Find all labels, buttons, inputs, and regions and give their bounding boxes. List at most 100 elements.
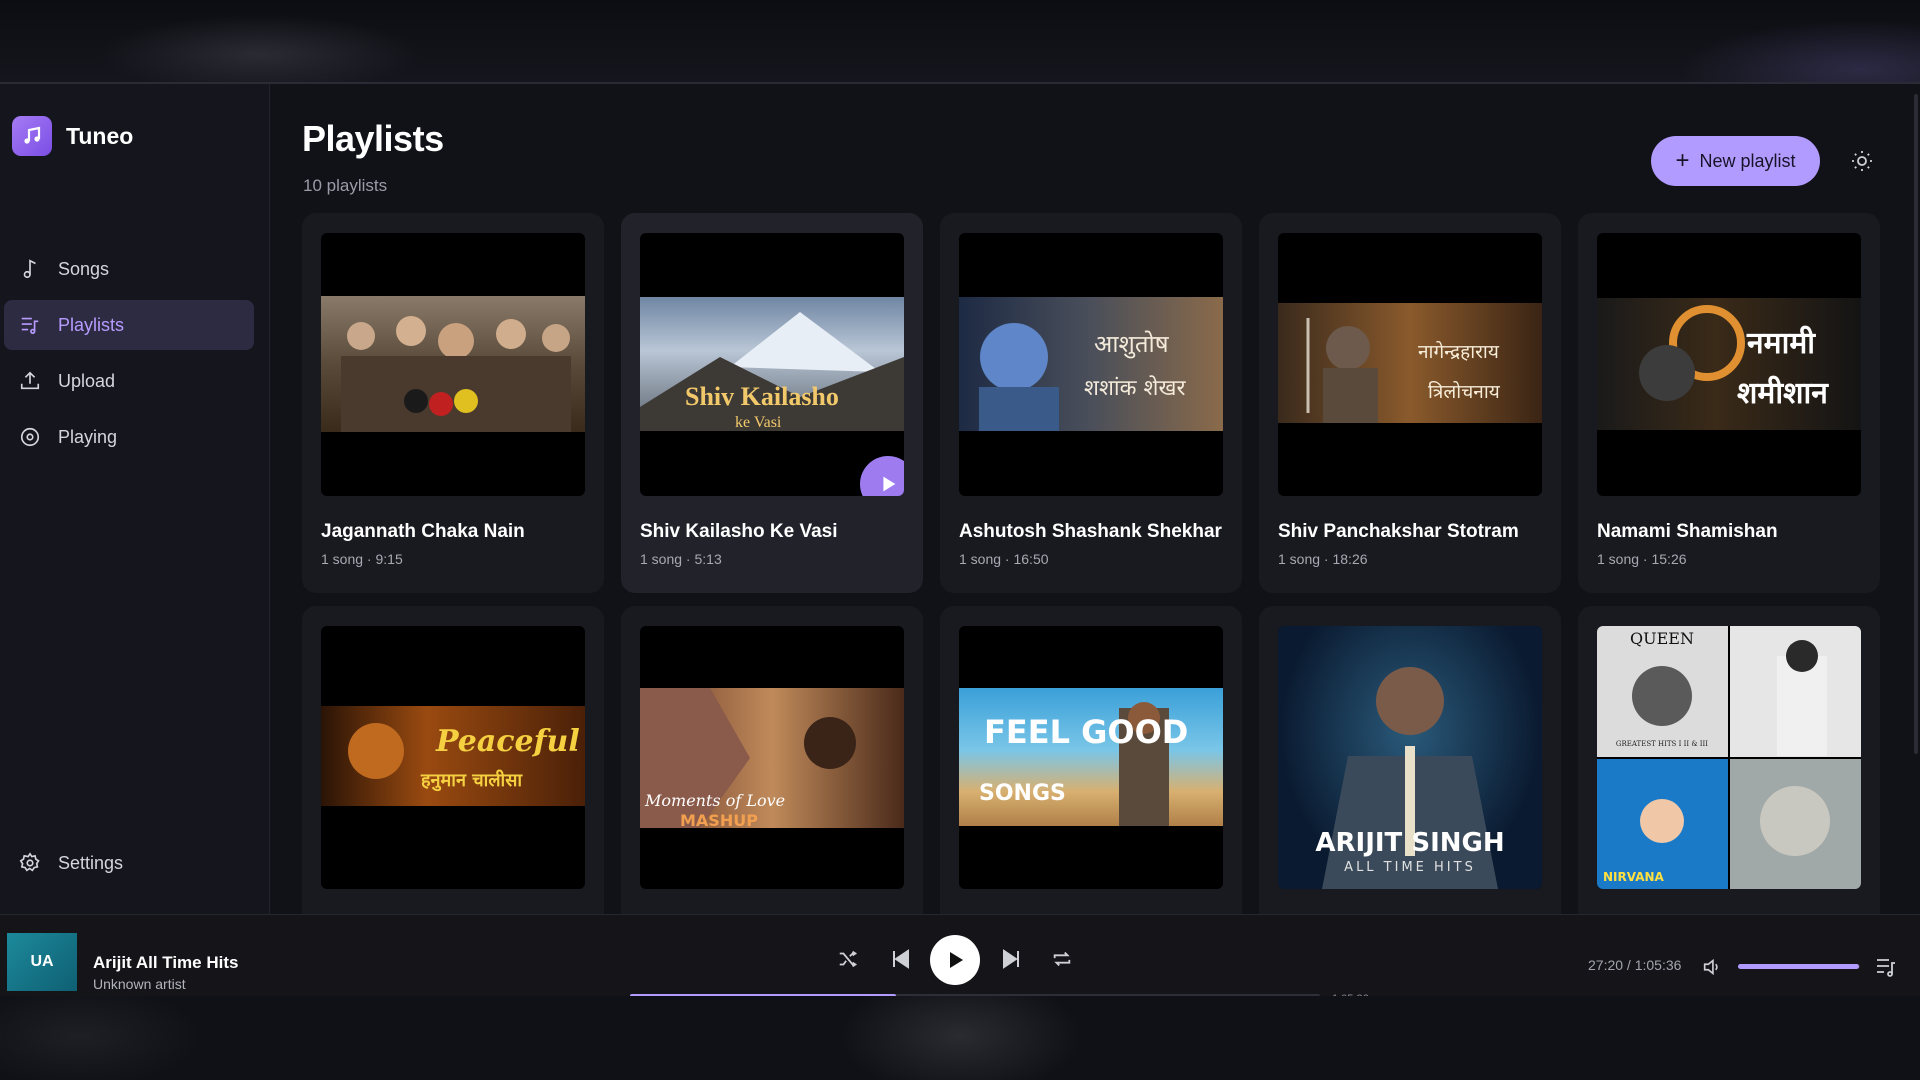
now-playing-artist: Unknown artist [93, 976, 186, 992]
sidebar-item-songs[interactable]: Songs [4, 244, 254, 294]
cover-subtext: ALL TIME HITS [1344, 860, 1476, 875]
repeat-button[interactable] [1048, 945, 1076, 973]
cover-image: आशुतोष शशांक शेखर [959, 297, 1223, 431]
cover-subtext: MASHUP [680, 811, 758, 828]
playlist-icon [18, 313, 42, 337]
mute-button[interactable] [1700, 955, 1724, 979]
sun-icon [1852, 151, 1872, 171]
theme-toggle-button[interactable] [1847, 146, 1877, 176]
repeat-icon [1053, 951, 1071, 967]
playlist-grid: Jagannath Chaka Nain 1 song · 9:15 Shiv … [302, 213, 1882, 914]
playlist-card[interactable]: नमामी शमीशान Namami Shamishan 1 song · 1… [1578, 213, 1880, 593]
sidebar-item-label: Playing [58, 426, 118, 447]
cover-subtext: त्रिलोचनाय [1428, 380, 1501, 403]
playlist-card[interactable]: Peaceful हनुमान चालीसा [302, 606, 604, 914]
now-playing-artwork[interactable]: UA [7, 933, 77, 991]
new-playlist-button[interactable]: + New playlist [1651, 136, 1820, 186]
playlist-meta: 1 song · 16:50 [959, 551, 1049, 567]
previous-button[interactable] [886, 945, 914, 973]
playlist-cover: ARIJIT SINGH ALL TIME HITS [1278, 626, 1542, 889]
cover-text: नमामी [1746, 325, 1816, 361]
main-content: Playlists 10 playlists + New playlist Ja… [271, 84, 1920, 914]
shuffle-button[interactable] [834, 945, 862, 973]
plus-icon: + [1675, 147, 1690, 174]
playlist-title: Ashutosh Shashank Shekhar [959, 521, 1222, 542]
upload-icon [18, 369, 42, 393]
playlist-meta: 1 song · 15:26 [1597, 551, 1687, 567]
cover-image: नागेन्द्रहाराय त्रिलोचनाय [1278, 303, 1542, 423]
cover-subtext: शमीशान [1737, 375, 1829, 411]
sidebar-nav: Songs Playlists Upload Playing [4, 244, 254, 468]
playlist-card[interactable]: Shiv Kailasho ke Vasi Shiv Kailasho Ke V… [621, 213, 923, 593]
playlist-meta: 1 song · 18:26 [1278, 551, 1368, 567]
play-pause-button[interactable] [930, 935, 980, 985]
playlist-card[interactable]: QUEEN GREATEST HITS I II & III NIRVANA [1578, 606, 1880, 914]
playlist-cover: FEEL GOOD SONGS [959, 626, 1223, 889]
playlist-card[interactable]: आशुतोष शशांक शेखर Ashutosh Shashank Shek… [940, 213, 1242, 593]
playlist-card[interactable]: Jagannath Chaka Nain 1 song · 9:15 [302, 213, 604, 593]
playlist-title: Jagannath Chaka Nain [321, 521, 525, 542]
cover-image: QUEEN GREATEST HITS I II & III NIRVANA [1597, 626, 1861, 889]
play-playlist-button[interactable] [860, 456, 904, 496]
playlist-cover: Peaceful हनुमान चालीसा [321, 626, 585, 889]
music-logo-icon [12, 116, 52, 156]
playlist-cover: Shiv Kailasho ke Vasi [640, 233, 904, 496]
playlist-title: Shiv Kailasho Ke Vasi [640, 521, 838, 542]
sidebar-item-label: Settings [58, 852, 124, 873]
playlist-meta: 1 song · 9:15 [321, 551, 403, 567]
cover-subtext: शशांक शेखर [1084, 375, 1186, 401]
cover-subtext: हनुमान चालीसा [420, 769, 523, 792]
sidebar-item-label: Upload [58, 370, 116, 391]
cover-text: ARIJIT SINGH [1315, 828, 1504, 858]
playlist-cover: Moments of Love MASHUP [640, 626, 904, 889]
now-playing-title: Arijit All Time Hits [93, 953, 239, 972]
cover-image: नमामी शमीशान [1597, 298, 1861, 430]
playlist-title: Shiv Panchakshar Stotram [1278, 521, 1519, 542]
app-name: Tuneo [66, 122, 134, 149]
cover-subtext-2: NIRVANA [1603, 870, 1665, 884]
cover-text: FEEL GOOD [984, 713, 1188, 751]
sidebar-item-playing[interactable]: Playing [4, 412, 254, 462]
cover-text: Peaceful [435, 724, 580, 759]
playlist-card[interactable]: नागेन्द्रहाराय त्रिलोचनाय Shiv Panchaksh… [1259, 213, 1561, 593]
sidebar-item-label: Songs [58, 258, 110, 279]
volume-icon [1703, 958, 1718, 976]
cover-image: Shiv Kailasho ke Vasi [640, 297, 904, 431]
cover-text: Moments of Love [644, 791, 785, 810]
volume-slider-fill [1738, 964, 1859, 969]
brand: Tuneo [12, 116, 133, 156]
app-window: Tuneo Songs Playlists Upload Playing Set… [0, 82, 1920, 1005]
play-icon [883, 476, 896, 492]
skip-forward-icon [1003, 949, 1019, 969]
cover-subtext: GREATEST HITS I II & III [1616, 740, 1708, 748]
playlist-card[interactable]: Moments of Love MASHUP [621, 606, 923, 914]
playlist-cover: नागेन्द्रहाराय त्रिलोचनाय [1278, 233, 1542, 496]
window-backdrop-bottom [0, 996, 1920, 1080]
play-icon [950, 952, 963, 968]
new-playlist-label: New playlist [1699, 150, 1796, 171]
gear-icon [18, 851, 42, 875]
playlist-cover [321, 233, 585, 496]
cover-text: नागेन्द्रहाराय [1418, 340, 1500, 363]
sidebar-item-settings[interactable]: Settings [4, 838, 254, 888]
sidebar-item-playlists[interactable]: Playlists [4, 300, 254, 350]
playlist-cover: आशुतोष शशांक शेखर [959, 233, 1223, 496]
cover-image: Moments of Love MASHUP [640, 688, 904, 828]
sidebar-item-upload[interactable]: Upload [4, 356, 254, 406]
queue-icon [1877, 959, 1895, 977]
music-note-icon [18, 257, 42, 281]
next-button[interactable] [998, 945, 1026, 973]
queue-button[interactable] [1872, 953, 1900, 981]
cover-text: आशुतोष [1094, 330, 1170, 359]
cover-image: FEEL GOOD SONGS [959, 688, 1223, 826]
playlist-cover: QUEEN GREATEST HITS I II & III NIRVANA [1597, 626, 1861, 889]
playlist-card[interactable]: FEEL GOOD SONGS [940, 606, 1242, 914]
shuffle-icon [839, 950, 857, 968]
playlist-card[interactable]: ARIJIT SINGH ALL TIME HITS [1259, 606, 1561, 914]
volume-slider[interactable] [1738, 964, 1860, 969]
cover-image: Peaceful हनुमान चालीसा [321, 706, 585, 806]
cover-text: QUEEN [1630, 629, 1694, 648]
cover-image [321, 296, 585, 432]
cover-text: Shiv Kailasho [685, 382, 839, 411]
scrollbar[interactable] [1914, 94, 1918, 754]
